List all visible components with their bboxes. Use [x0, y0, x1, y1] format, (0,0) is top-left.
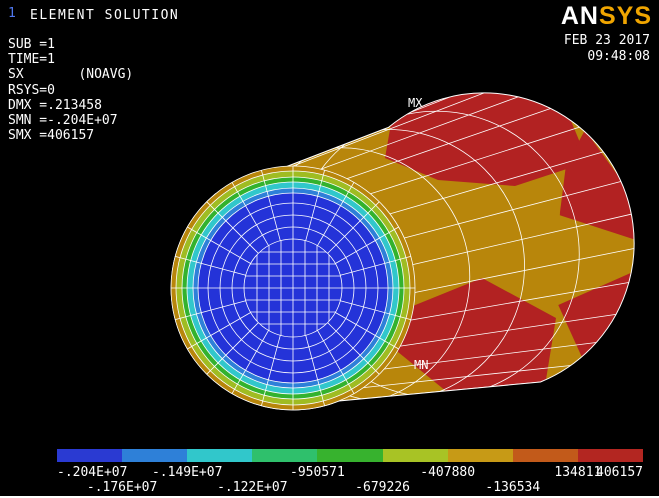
- legend-value: -.176E+07: [87, 480, 157, 495]
- legend-value: -.204E+07: [57, 465, 127, 480]
- legend-value: -950571: [290, 465, 345, 480]
- max-stress-label: MX: [408, 96, 423, 110]
- legend-colorbar: [57, 449, 643, 462]
- legend-value: 406157: [596, 465, 643, 480]
- legend-segment: [317, 449, 382, 462]
- legend-segment: [513, 449, 578, 462]
- legend-segment: [57, 449, 122, 462]
- legend-value: -407880: [420, 465, 475, 480]
- legend-segment: [122, 449, 187, 462]
- legend-segment: [383, 449, 448, 462]
- face-mesh: [171, 166, 415, 410]
- legend-segment: [448, 449, 513, 462]
- model-viewport[interactable]: MX MN: [0, 0, 659, 498]
- legend: -.204E+07 -.176E+07 -.149E+07 -.122E+07 …: [57, 449, 643, 498]
- legend-value: -679226: [355, 480, 410, 495]
- legend-value: -136534: [485, 480, 540, 495]
- legend-segment: [578, 449, 643, 462]
- legend-value: 134811: [554, 465, 601, 480]
- legend-segment: [187, 449, 252, 462]
- legend-labels: -.204E+07 -.176E+07 -.149E+07 -.122E+07 …: [57, 465, 643, 498]
- ansys-graphics-window: 1 ELEMENT SOLUTION SUB =1 TIME=1 SX (NOA…: [0, 0, 659, 498]
- legend-segment: [252, 449, 317, 462]
- legend-value: -.149E+07: [152, 465, 222, 480]
- legend-value: -.122E+07: [217, 480, 287, 495]
- min-stress-label: MN: [414, 358, 428, 372]
